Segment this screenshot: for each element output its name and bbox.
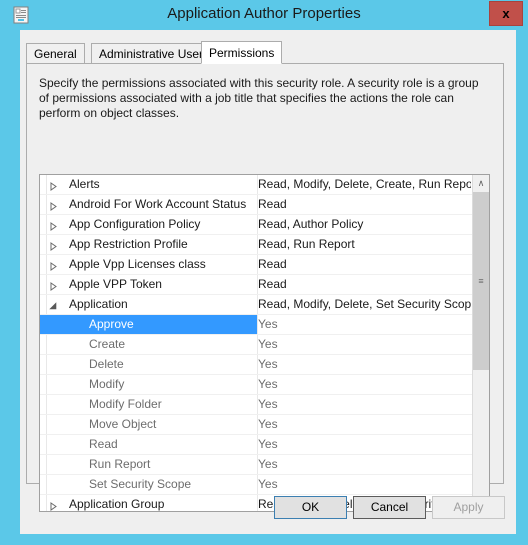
row-name-label: Modify (89, 377, 125, 391)
table-row[interactable]: Create Yes (40, 335, 472, 355)
table-row[interactable]: Read Yes (40, 435, 472, 455)
row-name-cell: Apple Vpp Licenses class (40, 255, 257, 274)
table-row[interactable]: Run Report Yes (40, 455, 472, 475)
description-text: Specify the permissions associated with … (39, 76, 479, 120)
row-name-label: Application Group (69, 497, 165, 511)
tab-administrative-users[interactable]: Administrative Users (91, 43, 218, 63)
row-name-cell: Application (40, 295, 257, 314)
row-value-cell: Yes (258, 457, 278, 471)
ok-button[interactable]: OK (274, 496, 347, 519)
scroll-up-icon[interactable]: ∧ (473, 175, 489, 192)
row-name-cell: Modify Folder (40, 395, 257, 414)
permissions-list[interactable]: Alerts Read, Modify, Delete, Create, Run … (39, 174, 490, 512)
row-value-cell: Read, Modify, Delete, Set Security Scope… (258, 297, 471, 311)
row-name-cell: Android For Work Account Status (40, 195, 257, 214)
chevron-right-icon[interactable] (49, 180, 58, 191)
table-row[interactable]: Apple VPP Token Read (40, 275, 472, 295)
close-button[interactable]: x (489, 1, 523, 26)
row-value-cell: Yes (258, 417, 278, 431)
row-name-cell: App Configuration Policy (40, 215, 257, 234)
row-name-label: Read (89, 437, 118, 451)
row-name-label: Approve (89, 317, 134, 331)
row-value-cell: Yes (258, 477, 278, 491)
row-name-label: Application (69, 297, 128, 311)
tab-permissions[interactable]: Permissions (201, 41, 283, 64)
row-name-label: Apple VPP Token (69, 277, 162, 291)
row-name-cell: Alerts (40, 175, 257, 194)
row-value-cell: Read, Modify, Delete, Create, Run Report… (258, 177, 471, 191)
table-row[interactable]: Modify Yes (40, 375, 472, 395)
chevron-right-icon[interactable] (49, 200, 58, 211)
properties-dialog-window: Application Author Properties x General … (0, 0, 528, 545)
chevron-right-icon[interactable] (49, 240, 58, 251)
row-name-cell: Approve (40, 315, 257, 334)
permissions-tab-page: Specify the permissions associated with … (26, 63, 504, 512)
table-row[interactable]: App Restriction Profile Read, Run Report (40, 235, 472, 255)
chevron-down-icon[interactable] (49, 300, 58, 310)
row-name-cell: Application Group (40, 495, 257, 511)
row-name-cell: Create (40, 335, 257, 354)
permissions-list-rows: Alerts Read, Modify, Delete, Create, Run … (40, 175, 472, 511)
row-name-cell: Set Security Scope (40, 475, 257, 494)
row-name-cell: Apple VPP Token (40, 275, 257, 294)
dialog-client-area: General Administrative Users Permissions… (20, 30, 516, 534)
row-value-cell: Yes (258, 397, 278, 411)
list-vertical-scrollbar[interactable]: ∧ ≡ ∨ (472, 175, 489, 511)
table-row[interactable]: App Configuration Policy Read, Author Pol… (40, 215, 472, 235)
row-name-cell: Read (40, 435, 257, 454)
row-name-label: Run Report (89, 457, 151, 471)
row-name-label: Set Security Scope (89, 477, 192, 491)
table-row[interactable]: Move Object Yes (40, 415, 472, 435)
row-name-label: Modify Folder (89, 397, 162, 411)
table-row[interactable]: Modify Folder Yes (40, 395, 472, 415)
chevron-right-icon[interactable] (49, 260, 58, 271)
row-name-label: App Restriction Profile (69, 237, 188, 251)
row-value-cell: Read (258, 257, 287, 271)
title-bar: Application Author Properties x (0, 0, 528, 30)
row-name-label: Create (89, 337, 126, 351)
row-value-cell: Read, Run Report (258, 237, 355, 251)
row-name-cell: Modify (40, 375, 257, 394)
row-name-cell: Run Report (40, 455, 257, 474)
chevron-right-icon[interactable] (49, 500, 58, 511)
table-row[interactable]: Android For Work Account Status Read (40, 195, 472, 215)
row-name-cell: Move Object (40, 415, 257, 434)
table-row[interactable]: Apple Vpp Licenses class Read (40, 255, 472, 275)
row-name-label: Apple Vpp Licenses class (69, 257, 206, 271)
table-row[interactable]: Application Read, Modify, Delete, Set Sec… (40, 295, 472, 315)
cancel-button[interactable]: Cancel (353, 496, 426, 519)
row-value-cell: Read (258, 277, 287, 291)
table-row[interactable]: Approve Yes (40, 315, 472, 335)
row-name-label: App Configuration Policy (69, 217, 201, 231)
chevron-right-icon[interactable] (49, 220, 58, 231)
tab-general[interactable]: General (26, 43, 85, 63)
scrollbar-grip-icon: ≡ (478, 276, 484, 286)
scrollbar-thumb[interactable]: ≡ (473, 192, 489, 370)
window-title: Application Author Properties (167, 5, 361, 22)
row-name-label: Android For Work Account Status (69, 197, 247, 211)
row-value-cell: Read (258, 197, 287, 211)
row-value-cell: Yes (258, 317, 278, 331)
row-value-cell: Yes (258, 337, 278, 351)
apply-button: Apply (432, 496, 505, 519)
table-row[interactable]: Set Security Scope Yes (40, 475, 472, 495)
row-name-label: Move Object (89, 417, 157, 431)
row-name-cell: Delete (40, 355, 257, 374)
table-row[interactable]: Alerts Read, Modify, Delete, Create, Run … (40, 175, 472, 195)
row-name-cell: App Restriction Profile (40, 235, 257, 254)
row-value-cell: Read, Author Policy (258, 217, 364, 231)
row-name-label: Delete (89, 357, 124, 371)
row-value-cell: Yes (258, 377, 278, 391)
row-name-label: Alerts (69, 177, 100, 191)
table-row[interactable]: Delete Yes (40, 355, 472, 375)
row-value-cell: Yes (258, 357, 278, 371)
chevron-right-icon[interactable] (49, 280, 58, 291)
row-value-cell: Yes (258, 437, 278, 451)
